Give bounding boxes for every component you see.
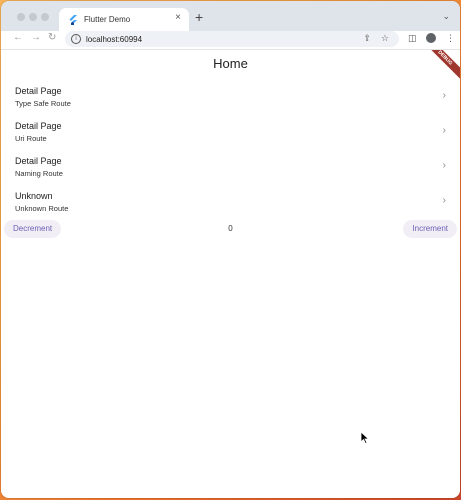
browser-tab[interactable]: Flutter Demo ×: [59, 8, 189, 31]
forward-arrow-icon[interactable]: →: [31, 32, 41, 43]
star-icon[interactable]: ☆: [381, 33, 389, 44]
chevron-right-icon: ›: [442, 195, 446, 206]
list-item-subtitle: Unknown Route: [15, 204, 69, 213]
browser-window: Flutter Demo × + ⌄ ← → ↻ i localhost:609…: [1, 1, 460, 498]
close-window-button[interactable]: [17, 13, 25, 21]
close-tab-icon[interactable]: ×: [175, 13, 181, 23]
list-item[interactable]: Unknown Unknown Route ›: [1, 182, 460, 217]
list-item-title: Unknown: [15, 191, 53, 201]
more-menu-icon[interactable]: ⋮: [446, 33, 455, 44]
page-title: Home: [213, 56, 248, 71]
list-item[interactable]: Detail Page Type Safe Route ›: [1, 77, 460, 112]
counter-value: 0: [228, 224, 233, 233]
list-item[interactable]: Detail Page Naming Route ›: [1, 147, 460, 182]
profile-icon[interactable]: [426, 33, 436, 43]
url-text: localhost:60994: [86, 34, 143, 44]
sidebar-icon[interactable]: ◫: [408, 33, 417, 44]
list-item[interactable]: Detail Page Uri Route ›: [1, 112, 460, 147]
info-icon[interactable]: i: [71, 34, 81, 44]
address-bar[interactable]: i localhost:60994 ⇪ ☆: [65, 31, 399, 47]
chevron-right-icon: ›: [442, 160, 446, 171]
tab-search-icon[interactable]: ⌄: [442, 11, 450, 22]
list-item-title: Detail Page: [15, 156, 62, 166]
tab-strip: Flutter Demo × + ⌄: [1, 1, 460, 31]
minimize-window-button[interactable]: [29, 13, 37, 21]
list-item-subtitle: Naming Route: [15, 169, 63, 178]
list-item-title: Detail Page: [15, 86, 62, 96]
list-item-subtitle: Uri Route: [15, 134, 47, 143]
chevron-right-icon: ›: [442, 125, 446, 136]
increment-button[interactable]: Increment: [403, 220, 457, 238]
new-tab-button[interactable]: +: [195, 10, 203, 24]
route-list: Detail Page Type Safe Route › Detail Pag…: [1, 77, 460, 217]
reload-icon[interactable]: ↻: [48, 32, 56, 43]
flutter-app-page: Home DEBUG Detail Page Type Safe Route ›…: [1, 50, 460, 498]
list-item-title: Detail Page: [15, 121, 62, 131]
browser-toolbar: ← → ↻ i localhost:60994 ⇪ ☆ ◫ ⋮: [1, 31, 460, 50]
share-icon[interactable]: ⇪: [363, 33, 371, 44]
maximize-window-button[interactable]: [41, 13, 49, 21]
back-arrow-icon[interactable]: ←: [13, 32, 23, 43]
chevron-right-icon: ›: [442, 90, 446, 101]
counter-row: Decrement 0 Increment: [1, 220, 460, 238]
list-item-subtitle: Type Safe Route: [15, 99, 71, 108]
flutter-logo-icon: [69, 14, 77, 25]
tab-title: Flutter Demo: [84, 15, 131, 24]
mouse-cursor-icon: [361, 432, 370, 444]
